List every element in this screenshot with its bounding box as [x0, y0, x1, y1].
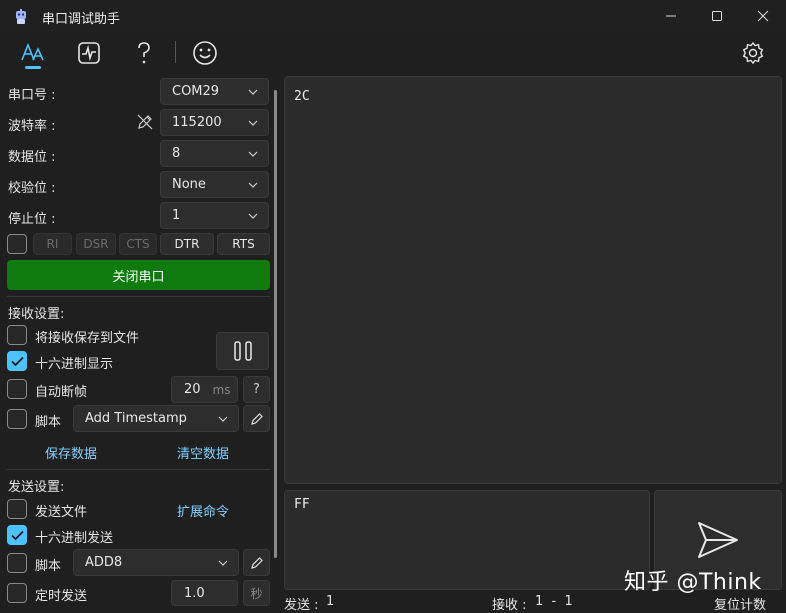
- hex-display-label: 十六进制显示: [35, 357, 114, 372]
- help-icon[interactable]: [130, 40, 158, 66]
- minimize-icon[interactable]: [648, 0, 694, 32]
- font-icon[interactable]: [19, 40, 47, 66]
- window-title: 串口调试助手: [42, 12, 121, 27]
- receive-script-label: 脚本: [35, 415, 62, 430]
- baud-label: 波特率 :: [8, 119, 56, 134]
- active-tool-indicator: [25, 66, 41, 69]
- save-to-file-checkbox[interactable]: [7, 325, 27, 345]
- databits-label: 数据位 :: [8, 150, 56, 165]
- close-icon[interactable]: [740, 0, 786, 32]
- frame-help-button[interactable]: ?: [243, 376, 270, 403]
- pencil-icon: [250, 412, 263, 425]
- divider: [7, 296, 270, 297]
- left-panel-scrollbar[interactable]: [274, 90, 277, 558]
- send-script-checkbox[interactable]: [7, 553, 27, 573]
- sent-count: 1: [326, 594, 335, 609]
- timed-unit-label: 秒: [243, 580, 270, 606]
- hex-send-checkbox[interactable]: [7, 525, 27, 545]
- timed-interval-value: 1.0: [184, 585, 205, 601]
- send-textarea[interactable]: [284, 490, 650, 590]
- save-data-link[interactable]: 保存数据: [45, 443, 97, 462]
- smiley-icon[interactable]: [191, 40, 219, 66]
- chevron-down-icon: [248, 182, 258, 188]
- waveform-icon[interactable]: [75, 40, 103, 66]
- frame-timeout-value: 20: [184, 382, 201, 397]
- gear-icon[interactable]: [739, 40, 767, 66]
- send-script-select[interactable]: ADD8: [73, 549, 239, 576]
- chevron-down-icon: [248, 213, 258, 219]
- send-script-label: 脚本: [35, 559, 62, 574]
- dsr-indicator: DSR: [76, 233, 116, 255]
- close-port-button[interactable]: 关闭串口: [7, 260, 270, 290]
- edit-receive-script-button[interactable]: [243, 405, 270, 432]
- send-icon: [698, 522, 738, 558]
- baud-value: 115200: [172, 115, 222, 130]
- hex-send-label: 十六进制发送: [35, 531, 114, 546]
- databits-value: 8: [172, 146, 181, 161]
- timed-send-checkbox[interactable]: [7, 583, 27, 603]
- toolbar-separator: [175, 41, 176, 63]
- received-label: 接收 :: [492, 598, 527, 613]
- timed-interval-input[interactable]: 1.0: [171, 580, 238, 606]
- stopbits-label: 停止位 :: [8, 212, 56, 227]
- receive-section-title: 接收设置:: [8, 307, 65, 322]
- maximize-icon[interactable]: [694, 0, 740, 32]
- reset-count-link[interactable]: 复位计数: [714, 594, 766, 613]
- chevron-down-icon: [218, 416, 228, 422]
- check-icon: [11, 530, 24, 541]
- pencil-icon: [250, 556, 263, 569]
- hex-display-checkbox[interactable]: [7, 351, 27, 371]
- ri-indicator: RI: [33, 233, 72, 255]
- app-robot-icon: [12, 8, 30, 26]
- rts-button[interactable]: RTS: [217, 233, 270, 255]
- frame-timeout-input[interactable]: 20 ms: [171, 376, 238, 403]
- cts-indicator: CTS: [119, 233, 157, 255]
- parity-value: None: [172, 177, 206, 192]
- chevron-down-icon: [248, 151, 258, 157]
- edit-send-script-button[interactable]: [243, 549, 270, 576]
- pause-icon: [233, 341, 252, 361]
- chevron-down-icon: [248, 89, 258, 95]
- send-section-title: 发送设置:: [8, 480, 65, 495]
- receive-textarea[interactable]: [284, 76, 782, 484]
- check-icon: [11, 356, 24, 367]
- send-content: FF: [294, 497, 310, 512]
- send-file-checkbox[interactable]: [7, 499, 27, 519]
- stopbits-select[interactable]: 1: [160, 202, 269, 229]
- port-select[interactable]: COM29: [160, 78, 269, 105]
- databits-select[interactable]: 8: [160, 140, 269, 167]
- receive-content: 2C: [294, 89, 310, 104]
- stopbits-value: 1: [172, 208, 181, 223]
- signal-checkbox[interactable]: [7, 234, 27, 254]
- pen-edit-icon[interactable]: [136, 113, 154, 131]
- dtr-button[interactable]: DTR: [160, 233, 214, 255]
- sent-label: 发送 :: [284, 598, 319, 613]
- save-to-file-label: 将接收保存到文件: [35, 331, 140, 346]
- watermark: 知乎 @Think: [624, 570, 762, 595]
- send-script-value: ADD8: [85, 555, 123, 570]
- auto-frame-checkbox[interactable]: [7, 379, 27, 399]
- parity-select[interactable]: None: [160, 171, 269, 198]
- receive-script-checkbox[interactable]: [7, 409, 27, 429]
- pause-button[interactable]: [216, 332, 269, 370]
- receive-script-value: Add Timestamp: [85, 411, 187, 426]
- send-file-label: 发送文件: [35, 505, 88, 520]
- divider: [7, 469, 270, 470]
- clear-data-link[interactable]: 清空数据: [177, 443, 229, 462]
- auto-frame-label: 自动断帧: [35, 385, 88, 400]
- extend-command-link[interactable]: 扩展命令: [177, 501, 229, 520]
- chevron-down-icon: [218, 560, 228, 566]
- chevron-down-icon: [248, 120, 258, 126]
- timed-send-label: 定时发送: [35, 589, 88, 604]
- baud-select[interactable]: 115200: [160, 109, 269, 136]
- port-label: 串口号 :: [8, 88, 56, 103]
- receive-script-select[interactable]: Add Timestamp: [73, 405, 239, 432]
- received-count: 1 - 1: [535, 594, 573, 609]
- parity-label: 校验位 :: [8, 181, 56, 196]
- port-value: COM29: [172, 84, 220, 99]
- frame-timeout-unit: ms: [212, 382, 231, 397]
